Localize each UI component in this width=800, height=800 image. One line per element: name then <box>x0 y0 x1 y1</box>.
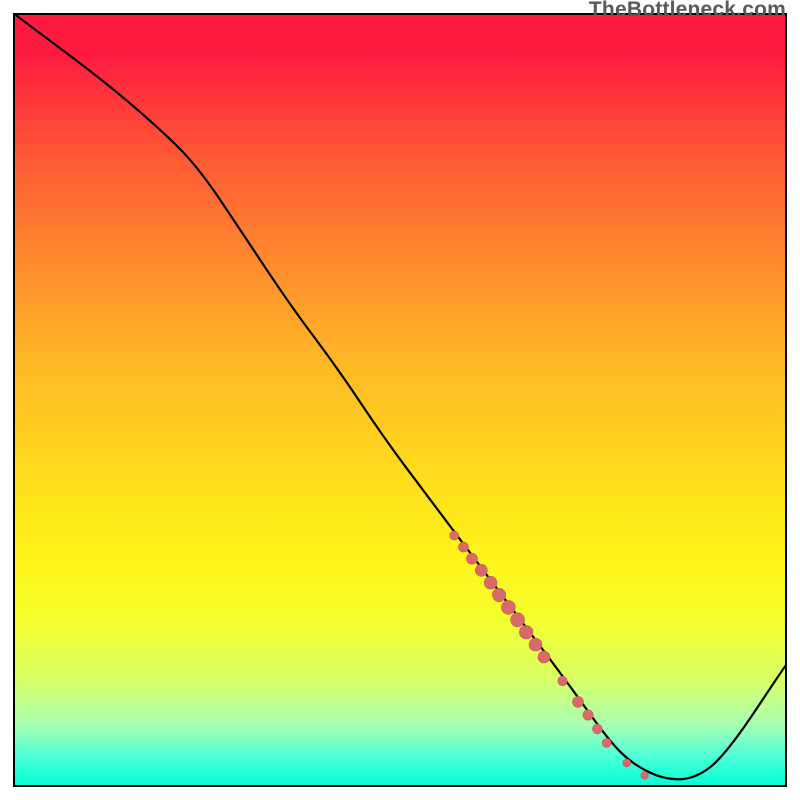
watermark-text: TheBottleneck.com <box>589 0 786 22</box>
chart-container: TheBottleneck.com <box>0 0 800 800</box>
plot-gradient-background <box>13 13 787 787</box>
